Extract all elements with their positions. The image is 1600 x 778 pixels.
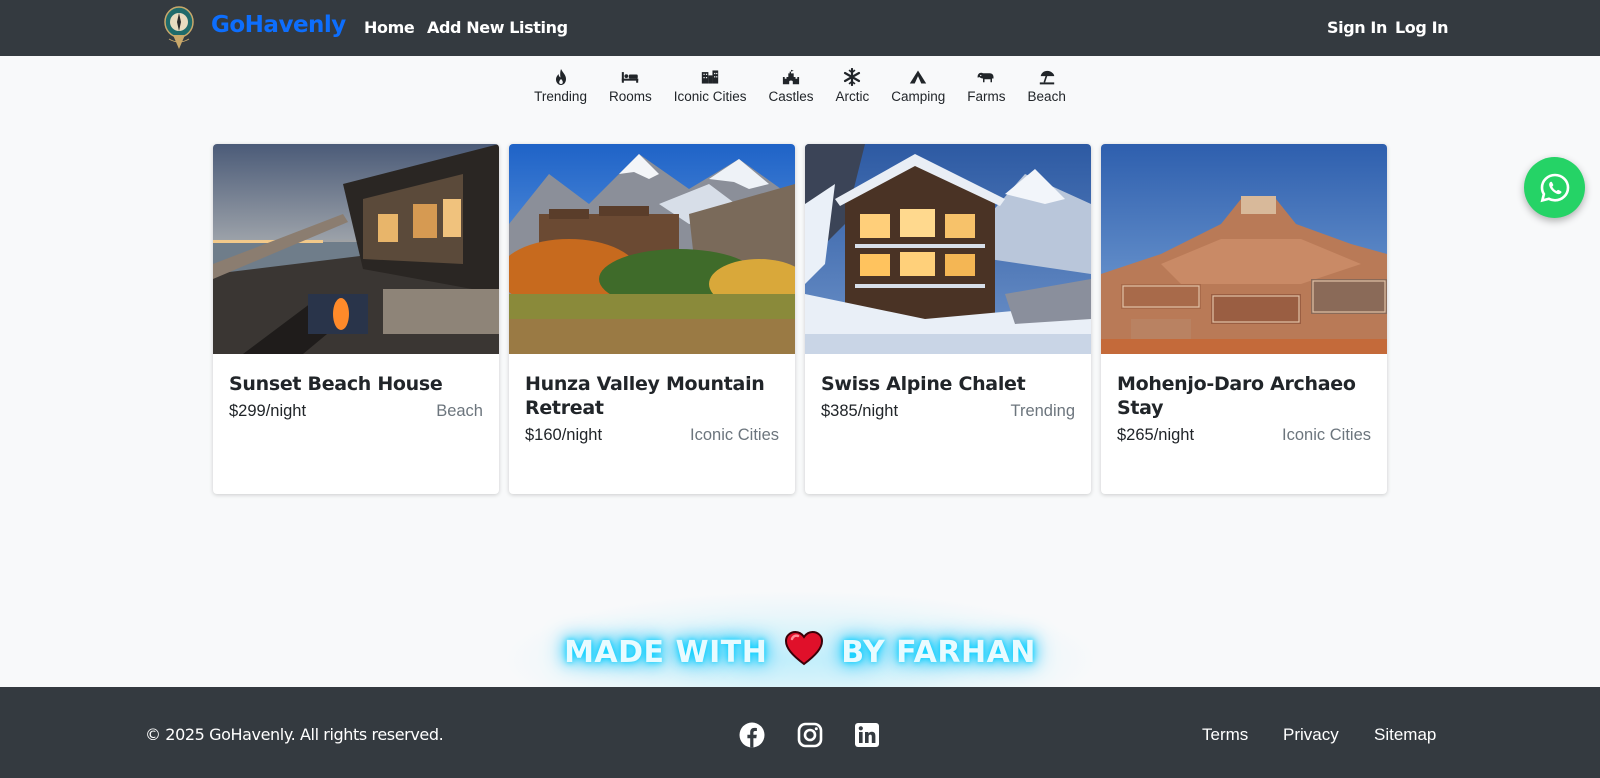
footer: © 2025 GoHavenly. All rights reserved. T… (0, 687, 1600, 778)
listing-image (213, 144, 499, 354)
banner-text-before: MADE WITH (564, 635, 768, 670)
navbar: GoHavenly Home Add New Listing Sign In L… (0, 0, 1600, 56)
cow-icon (978, 72, 994, 83)
nav-add-listing-link[interactable]: Add New Listing (427, 18, 568, 37)
snowflake-icon (844, 68, 861, 86)
filter-rooms[interactable]: Rooms (609, 68, 652, 104)
filter-label: Castles (768, 89, 814, 104)
castle-icon (782, 69, 800, 85)
filter-label: Arctic (835, 89, 870, 104)
filter-label: Camping (891, 89, 946, 104)
nav-sign-in-link[interactable]: Sign In (1327, 18, 1387, 37)
listing-title: Hunza Valley Mountain Retreat (525, 373, 765, 419)
filter-label: Beach (1027, 89, 1066, 104)
listing-category: Beach (436, 402, 483, 420)
category-filters: Trending Rooms Iconic Cities Castles Arc… (0, 68, 1600, 104)
filter-label: Trending (534, 89, 587, 104)
listing-category: Trending (1010, 402, 1075, 420)
filter-label: Farms (967, 89, 1006, 104)
listing-title: Sunset Beach House (229, 373, 443, 395)
listing-card[interactable]: Mohenjo-Daro Archaeo Stay $265/night Ico… (1101, 144, 1387, 494)
listing-price: $299/night (229, 402, 307, 420)
filter-farms[interactable]: Farms (967, 68, 1006, 104)
banner-text-after: BY FARHAN (841, 635, 1036, 670)
listing-price: $160/night (525, 426, 603, 444)
listing-image (1101, 144, 1387, 354)
listing-price: $385/night (821, 402, 899, 420)
listing-category: Iconic Cities (690, 426, 779, 444)
filter-castles[interactable]: Castles (769, 68, 814, 104)
linkedin-icon[interactable] (854, 722, 880, 748)
listing-price: $265/night (1117, 426, 1195, 444)
filter-label: Rooms (608, 89, 652, 104)
nav-log-in-link[interactable]: Log In (1395, 18, 1449, 37)
listing-category: Iconic Cities (1282, 426, 1371, 444)
made-with-banner: MADE WITH BY FARHAN (0, 630, 1600, 670)
listing-card[interactable]: Sunset Beach House $299/night Beach (213, 144, 499, 494)
listing-title: Swiss Alpine Chalet (821, 373, 1026, 395)
filter-camping[interactable]: Camping (891, 68, 945, 104)
filter-trending[interactable]: Trending (534, 68, 587, 104)
city-icon (701, 70, 719, 84)
instagram-icon[interactable] (797, 722, 823, 748)
whatsapp-button[interactable] (1524, 157, 1585, 218)
tent-icon (910, 70, 927, 84)
nav-home-link[interactable]: Home (364, 18, 415, 37)
copyright-text: © 2025 GoHavenly. All rights reserved. (145, 725, 444, 744)
listing-image (509, 144, 795, 354)
filter-arctic[interactable]: Arctic (835, 68, 870, 104)
compass-pin-logo[interactable] (163, 5, 195, 51)
listing-title: Mohenjo-Daro Archaeo Stay (1117, 373, 1356, 419)
brand-name[interactable]: GoHavenly (211, 12, 346, 38)
filter-iconic-cities[interactable]: Iconic Cities (674, 68, 747, 104)
whatsapp-icon (1540, 173, 1569, 202)
filter-beach[interactable]: Beach (1028, 68, 1066, 104)
listing-card[interactable]: Hunza Valley Mountain Retreat $160/night… (509, 144, 795, 494)
footer-privacy-link[interactable]: Privacy (1283, 725, 1339, 745)
footer-sitemap-link[interactable]: Sitemap (1374, 725, 1436, 745)
facebook-icon[interactable] (739, 722, 765, 748)
footer-terms-link[interactable]: Terms (1202, 725, 1248, 745)
listing-grid: Sunset Beach House $299/night Beach Hunz… (213, 144, 1387, 494)
listing-image (805, 144, 1091, 354)
umbrella-beach-icon (1039, 70, 1054, 85)
bed-icon (622, 72, 639, 83)
fire-icon (555, 69, 566, 85)
filter-label: Iconic Cities (673, 89, 747, 104)
listing-card[interactable]: Swiss Alpine Chalet $385/night Trending (805, 144, 1091, 494)
heart-icon (785, 630, 824, 666)
